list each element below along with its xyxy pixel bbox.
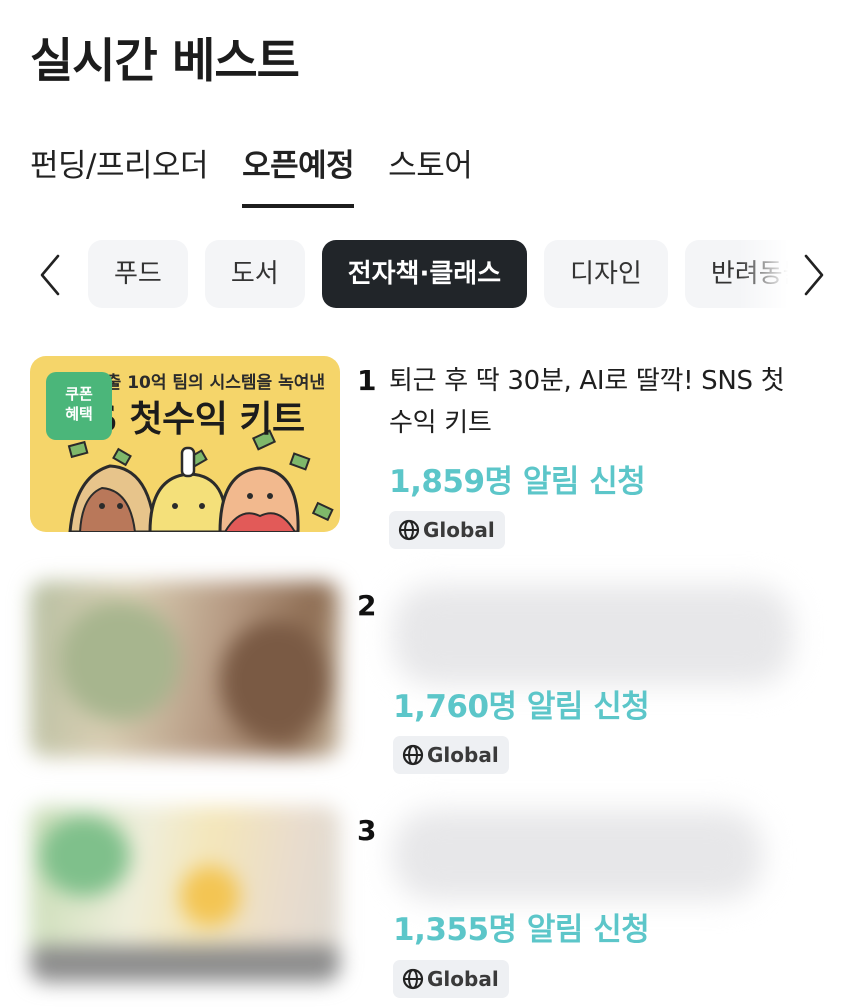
rank-number: 2 <box>357 589 377 622</box>
thumbnail-big-text: S 첫수익 키트 <box>92 399 305 440</box>
notify-count: 1,760명 알림 신청 <box>393 689 650 725</box>
page-title: 실시간 베스트 <box>30 34 300 89</box>
blur-shape <box>180 866 240 926</box>
ranking-item[interactable]: 3 1,355명 알림 신청 Global <box>0 806 850 1008</box>
category-chip-food[interactable]: 푸드 <box>88 240 188 308</box>
tab-store[interactable]: 스토어 <box>388 140 473 208</box>
product-thumbnail[interactable] <box>30 581 340 757</box>
product-title[interactable]: 퇴근 후 딱 30분, AI로 딸깍! SNS 첫수익 키트 <box>389 360 799 444</box>
badge-label: Global <box>427 967 499 991</box>
chevron-right-icon[interactable] <box>794 248 834 302</box>
product-thumbnail[interactable] <box>30 806 340 982</box>
rank-number: 3 <box>357 814 377 847</box>
tab-bar: 펀딩/프리오더 오픈예정 스토어 <box>30 140 506 210</box>
coupon-badge: 쿠폰 혜택 <box>46 372 112 440</box>
globe-icon <box>402 968 424 990</box>
chevron-left-icon[interactable] <box>30 248 70 302</box>
ranking-item[interactable]: 매출 10억 팀의 시스템을 녹여낸 S 첫수익 키트 쿠폰 혜택 1 퇴근 후… <box>0 356 850 581</box>
tab-funding-preorder[interactable]: 펀딩/프리오더 <box>30 140 209 208</box>
global-badge: Global <box>393 960 509 998</box>
category-row: 푸드 도서 전자책·클래스 디자인 반려동물 <box>0 240 850 310</box>
category-chip-ebook-class[interactable]: 전자책·클래스 <box>321 240 528 308</box>
globe-icon <box>398 519 420 541</box>
ranking-list: 매출 10억 팀의 시스템을 녹여낸 S 첫수익 키트 쿠폰 혜택 1 퇴근 후… <box>0 356 850 1008</box>
badge-label: Global <box>427 743 499 767</box>
rank-number: 1 <box>357 364 377 397</box>
badge-label: Global <box>423 518 495 542</box>
notify-count: 1,859명 알림 신청 <box>389 464 646 500</box>
category-chip-pets[interactable]: 반려동물 <box>684 240 788 308</box>
blur-shape <box>60 601 180 721</box>
global-badge: Global <box>393 736 509 774</box>
category-chip-books[interactable]: 도서 <box>204 240 305 308</box>
product-thumbnail[interactable]: 매출 10억 팀의 시스템을 녹여낸 S 첫수익 키트 쿠폰 혜택 <box>30 356 340 532</box>
blur-shape <box>220 621 330 741</box>
blur-shape <box>30 946 340 982</box>
blur-shape <box>40 816 130 896</box>
globe-icon <box>402 744 424 766</box>
ranking-item[interactable]: 2 1,760명 알림 신청 Global <box>0 581 850 806</box>
notify-count: 1,355명 알림 신청 <box>393 912 650 948</box>
category-chips: 푸드 도서 전자책·클래스 디자인 반려동물 <box>88 240 788 310</box>
blurred-title <box>393 585 793 685</box>
category-chip-design[interactable]: 디자인 <box>544 240 668 308</box>
tab-open-soon[interactable]: 오픈예정 <box>242 140 355 208</box>
blurred-title <box>393 810 763 900</box>
global-badge: Global <box>389 511 505 549</box>
